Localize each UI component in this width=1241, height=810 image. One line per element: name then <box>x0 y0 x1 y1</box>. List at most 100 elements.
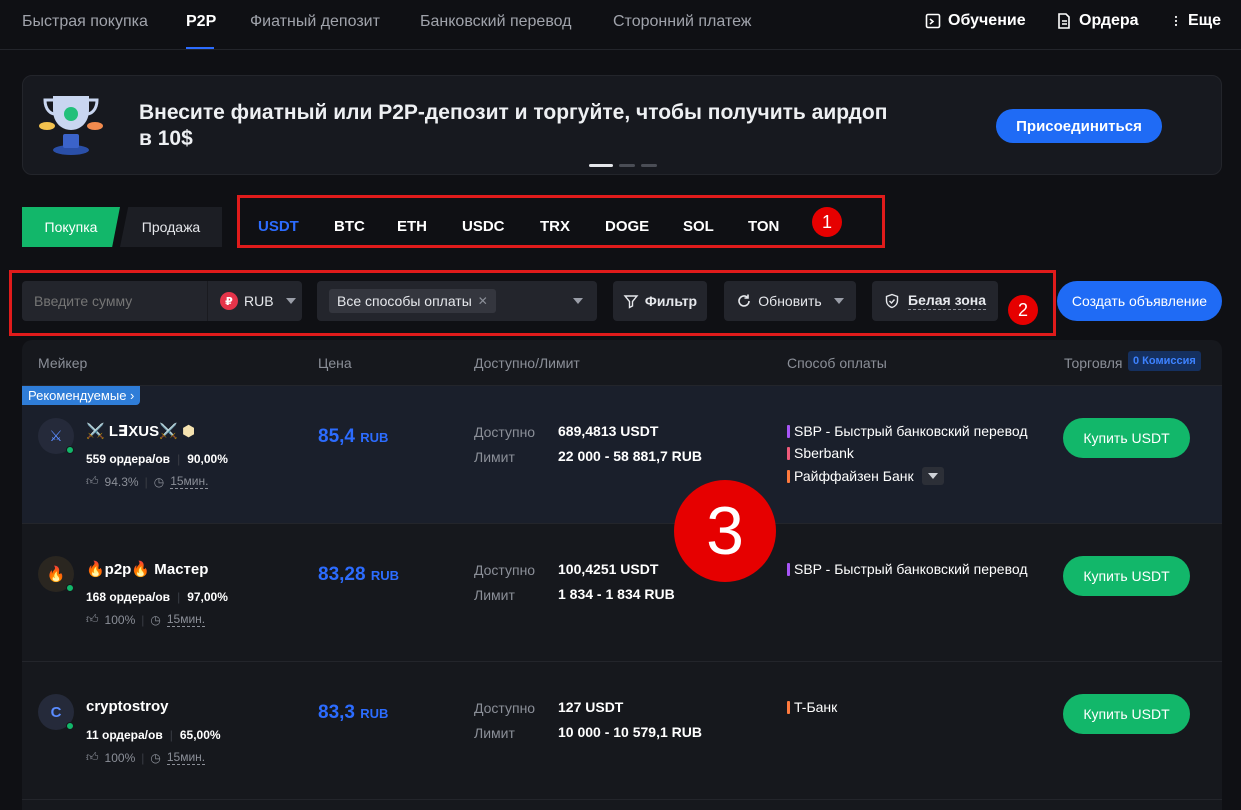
coin-tab-trx[interactable]: TRX <box>540 218 570 235</box>
create-ad-button[interactable]: Создать объявление <box>1057 281 1222 321</box>
annotation-marker-1: 1 <box>812 207 842 237</box>
header-price: Цена <box>318 355 352 371</box>
commission-badge: 0 Комиссия <box>1128 351 1201 371</box>
price: 83,3 RUB <box>318 702 388 724</box>
payment-method: SBP - Быстрый банковский перевод <box>787 561 1028 577</box>
learn-link[interactable]: Обучение <box>924 12 1026 30</box>
coin-tab-usdc[interactable]: USDC <box>462 218 505 235</box>
table-row: C cryptostroy 11 ордера/ов | 65,00% 👍︎ 100%… <box>22 662 1222 800</box>
avg-time: 15мин. <box>166 750 206 765</box>
tab-fiat-deposit[interactable]: Фиатный депозит <box>250 13 380 31</box>
limit-label: Лимит <box>474 587 515 603</box>
filter-label: Фильтр <box>644 293 698 309</box>
coin-tab-doge[interactable]: DOGE <box>605 218 649 235</box>
header-trade: Торговля <box>1064 355 1123 371</box>
price: 85,4 RUB <box>318 426 388 448</box>
maker-name[interactable]: 🔥p2p🔥 Мастер <box>86 560 208 578</box>
carousel-dot[interactable] <box>619 164 635 167</box>
order-count: 168 ордера/ов <box>86 590 171 604</box>
chevron-down-icon <box>927 473 938 479</box>
coin-tab-btc[interactable]: BTC <box>334 218 365 235</box>
like-rate: 100% <box>104 612 136 627</box>
limit-label: Лимит <box>474 449 515 465</box>
currency-select[interactable]: ₽ RUB <box>207 281 302 321</box>
thumbs-up-icon: 👍︎ <box>86 612 99 626</box>
like-rate: 94.3% <box>104 474 139 489</box>
buy-toggle[interactable]: Покупка <box>22 207 120 247</box>
clock-icon: ◷ <box>150 750 161 765</box>
maker-meta: 👍︎ 94.3% | ◷ 15мин. <box>86 474 209 489</box>
payment-method-label: Sberbank <box>794 445 854 461</box>
carousel-dot[interactable] <box>589 164 613 167</box>
tab-quick-buy[interactable]: Быстрая покупка <box>22 13 148 31</box>
coin-tab-sol[interactable]: SOL <box>683 218 714 235</box>
currency-label: RUB <box>244 293 274 309</box>
shield-icon <box>885 293 899 309</box>
maker-name[interactable]: cryptostroy <box>86 698 169 715</box>
refresh-label: Обновить <box>758 293 822 309</box>
join-button[interactable]: Присоединиться <box>996 109 1162 143</box>
annotation-marker-3: 3 <box>674 480 776 582</box>
completion-rate: 65,00% <box>179 728 221 742</box>
tab-p2p[interactable]: P2P <box>186 13 216 31</box>
more-menu[interactable]: Еще <box>1170 12 1221 30</box>
thumbs-up-icon: 👍︎ <box>86 474 99 488</box>
recommended-tag[interactable]: Рекомендуемые › <box>22 386 141 405</box>
payment-method: SBP - Быстрый банковский перевод <box>787 423 1028 439</box>
top-navigation: Быстрая покупка P2P Фиатный депозит Банк… <box>0 0 1241 50</box>
buy-usdt-button[interactable]: Купить USDT <box>1063 556 1190 596</box>
refresh-icon <box>738 294 751 307</box>
close-icon[interactable]: ✕ <box>478 294 488 308</box>
carousel-dot[interactable] <box>641 164 657 167</box>
orders-link[interactable]: Ордера <box>1055 12 1139 30</box>
promo-banner: Внесите фиатный или P2P-депозит и торгуй… <box>22 75 1222 175</box>
chevron-down-icon <box>833 298 844 304</box>
offers-table: Мейкер Цена Доступно/Лимит Способ оплаты… <box>22 340 1222 810</box>
white-zone-label: Белая зона <box>908 292 986 310</box>
tab-third-party-payment[interactable]: Сторонний платеж <box>613 13 752 31</box>
payment-chip[interactable]: Все способы оплаты ✕ <box>329 289 496 313</box>
limit-value: 1 834 - 1 834 RUB <box>558 586 675 602</box>
amount-input[interactable] <box>22 281 207 321</box>
clock-icon: ◷ <box>153 474 165 489</box>
payment-method-label: SBP - Быстрый банковский перевод <box>794 561 1028 577</box>
learn-label: Обучение <box>948 12 1026 29</box>
price-currency: RUB <box>360 430 389 445</box>
table-row: Рекомендуемые › ⚔ ⚔️ L∃XUS⚔️ ⬢ 559 ордер… <box>22 386 1222 524</box>
like-rate: 100% <box>104 750 136 765</box>
recommended-label: Рекомендуемые <box>28 388 127 403</box>
coin-tab-eth[interactable]: ETH <box>397 218 427 235</box>
completion-rate: 97,00% <box>187 590 228 604</box>
filter-button[interactable]: Фильтр <box>613 281 707 321</box>
table-row: 🔥 🔥p2p🔥 Мастер 168 ордера/ов | 97,00% 👍︎ 10… <box>22 524 1222 662</box>
online-indicator <box>66 584 74 592</box>
coin-tab-usdt[interactable]: USDT <box>258 218 299 235</box>
tab-bank-transfer[interactable]: Банковский перевод <box>420 13 572 31</box>
active-tab-indicator <box>186 47 214 49</box>
refresh-button[interactable]: Обновить <box>724 281 856 321</box>
maker-meta: 👍︎ 100% | ◷ 15мин. <box>86 750 206 765</box>
price-value: 83,28 <box>318 564 366 585</box>
online-indicator <box>66 446 74 454</box>
chevron-down-icon <box>573 298 583 304</box>
maker-name[interactable]: ⚔️ L∃XUS⚔️ ⬢ <box>86 422 195 440</box>
expand-payments-button[interactable] <box>921 467 944 485</box>
payment-chip-label: Все способы оплаты <box>337 293 472 309</box>
sell-toggle[interactable]: Продажа <box>120 207 222 247</box>
available-label: Доступно <box>474 700 536 716</box>
payment-method-select[interactable]: Все способы оплаты ✕ <box>317 281 597 321</box>
order-count: 11 ордера/ов <box>86 728 163 742</box>
buy-usdt-button[interactable]: Купить USDT <box>1063 418 1190 458</box>
payment-method: T-Банк <box>787 699 837 715</box>
buy-usdt-button[interactable]: Купить USDT <box>1063 694 1190 734</box>
chevron-down-icon <box>285 298 296 304</box>
online-indicator <box>66 722 74 730</box>
available-label: Доступно <box>474 424 536 440</box>
annotation-marker-2: 2 <box>1008 295 1038 325</box>
maker-meta: 👍︎ 100% | ◷ 15мин. <box>86 612 206 627</box>
white-zone-button[interactable]: Белая зона <box>872 281 998 321</box>
coin-tab-ton[interactable]: TON <box>748 218 779 235</box>
maker-stats: 168 ордера/ов | 97,00% <box>86 590 228 604</box>
carousel-indicators[interactable] <box>589 164 657 167</box>
header-available: Доступно/Лимит <box>474 355 580 371</box>
